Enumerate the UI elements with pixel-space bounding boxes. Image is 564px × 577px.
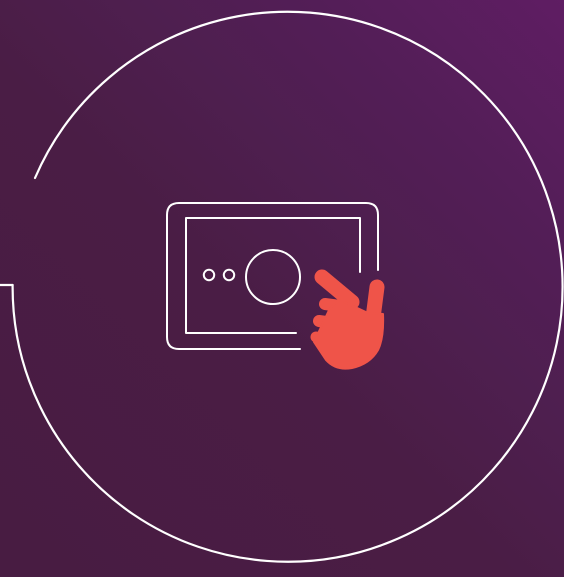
- small-dot-icon: [202, 268, 216, 282]
- illustration-canvas: [0, 0, 564, 577]
- small-dot-icon: [222, 268, 236, 282]
- round-button-icon: [245, 249, 301, 305]
- outline-circle-arc: [11, 10, 564, 563]
- pointing-hand-icon: [310, 269, 385, 370]
- illustration-svg: [0, 10, 564, 563]
